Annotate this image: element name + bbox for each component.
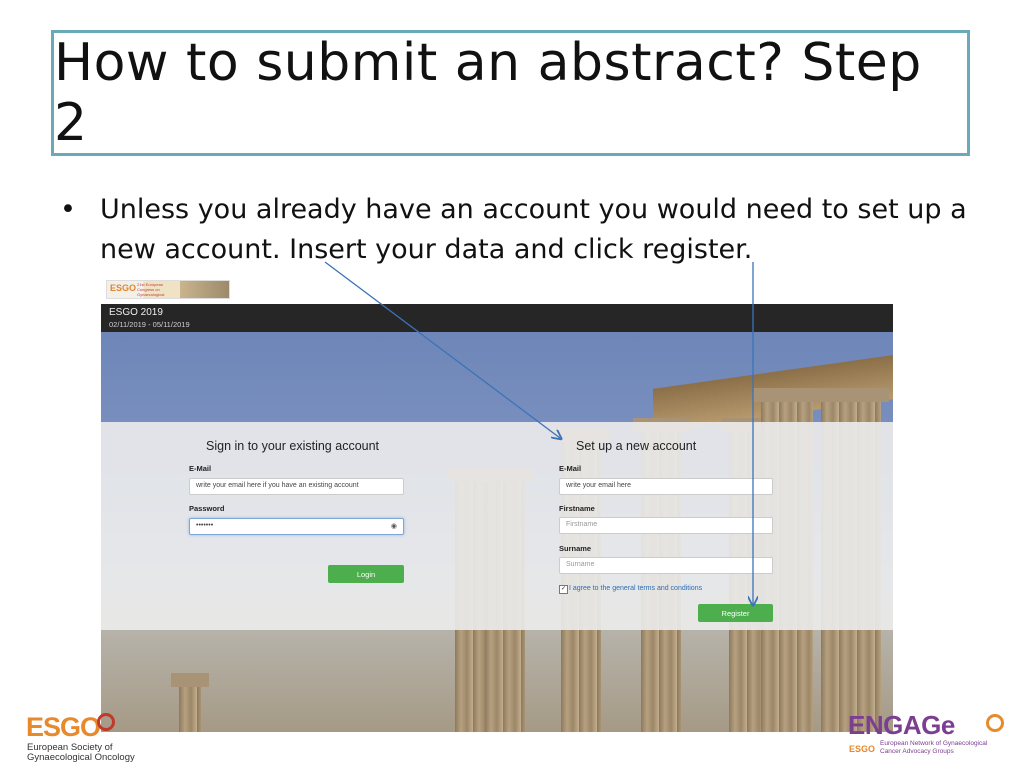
login-button[interactable]: Login — [328, 565, 404, 583]
show-password-icon[interactable]: ◉ — [391, 522, 397, 530]
firstname-input[interactable]: Firstname — [559, 517, 773, 534]
bullet-text: Unless you already have an account you w… — [100, 194, 967, 265]
signin-password-value: ••••••• — [196, 522, 214, 529]
login-register-panel: Sign in to your existing account E-Mail … — [101, 422, 893, 630]
bullet-point: • Unless you already have an account you… — [60, 190, 970, 270]
slide-title-box: How to submit an abstract? Step 2 — [51, 30, 970, 156]
female-symbol-icon — [97, 713, 115, 731]
surname-label: Surname — [559, 544, 592, 553]
terms-checkbox[interactable]: ✓ — [559, 585, 568, 594]
signin-password-input[interactable]: ••••••• ◉ — [189, 518, 404, 535]
bullet-icon: • — [60, 194, 76, 225]
register-title: Set up a new account — [576, 439, 697, 453]
signin-email-label: E-Mail — [189, 464, 212, 473]
surname-input[interactable]: Surname — [559, 557, 773, 574]
esgo-logo: ESGO European Society of Gynaecological O… — [26, 712, 135, 763]
event-name: ESGO 2019 — [109, 307, 163, 318]
register-button[interactable]: Register — [698, 604, 773, 622]
event-header-bar: ESGO 2019 02/11/2019 - 05/11/2019 — [101, 304, 893, 332]
register-email-label: E-Mail — [559, 464, 582, 473]
terms-link[interactable]: I agree to the general terms and conditi… — [569, 585, 702, 592]
engage-logo: ENGAGe ESGO European Network of Gynaecol… — [848, 710, 1013, 762]
signin-email-input[interactable]: write your email here if you have an exi… — [189, 478, 404, 495]
event-dates: 02/11/2019 - 05/11/2019 — [109, 320, 190, 329]
signin-title: Sign in to your existing account — [206, 439, 380, 453]
female-symbol-icon — [986, 714, 1004, 732]
conference-banner-logo: ESGO 21st European Congress on Gynaecolo… — [106, 280, 230, 299]
register-email-input[interactable]: write your email here — [559, 478, 773, 495]
registration-screenshot: ESGO 21st European Congress on Gynaecolo… — [101, 276, 893, 732]
slide-title: How to submit an abstract? Step 2 — [54, 33, 922, 153]
firstname-label: Firstname — [559, 504, 595, 513]
signin-password-label: Password — [189, 504, 225, 513]
